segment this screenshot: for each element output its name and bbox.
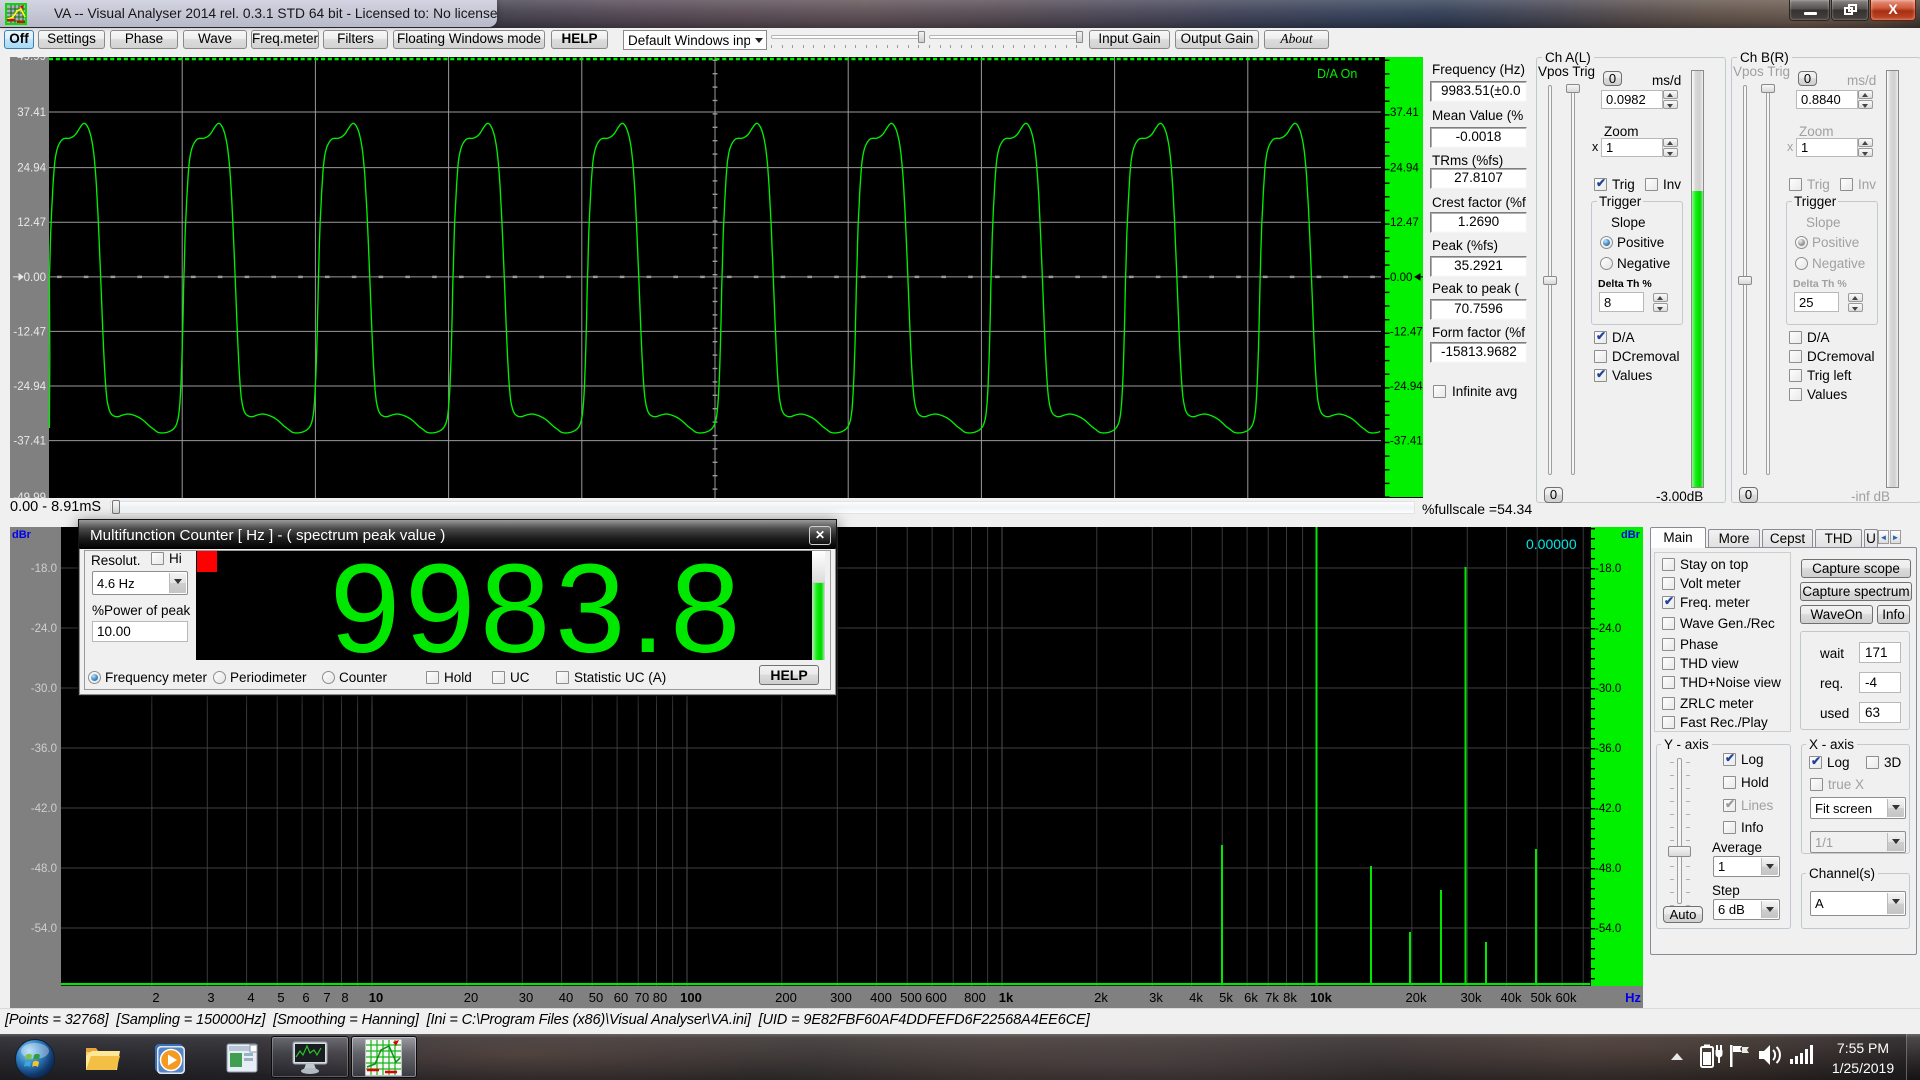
svg-text:50k: 50k (1531, 990, 1552, 1005)
svg-text:500: 500 (900, 990, 922, 1005)
svg-text:100: 100 (680, 990, 702, 1005)
svg-text:20: 20 (464, 990, 478, 1005)
svg-text:60: 60 (614, 990, 628, 1005)
svg-text:Hz: Hz (1625, 990, 1641, 1005)
svg-text:12.47: 12.47 (17, 217, 46, 229)
svg-text:-42.0: -42.0 (31, 803, 57, 815)
svg-text:4k: 4k (1189, 990, 1203, 1005)
svg-text:-24.0: -24.0 (1595, 623, 1621, 635)
svg-text:-42.0: -42.0 (1595, 803, 1621, 815)
svg-text:0.00: 0.00 (24, 272, 46, 284)
svg-text:20k: 20k (1406, 990, 1427, 1005)
svg-text:10: 10 (369, 990, 383, 1005)
svg-text:49.99: 49.99 (17, 57, 46, 63)
svg-text:-48.0: -48.0 (1595, 863, 1621, 875)
svg-text:30: 30 (519, 990, 533, 1005)
svg-text:300: 300 (830, 990, 852, 1005)
svg-text:7: 7 (323, 990, 330, 1005)
svg-text:70: 70 (635, 990, 649, 1005)
svg-text:24.94: 24.94 (17, 163, 46, 175)
svg-text:8k: 8k (1283, 990, 1297, 1005)
svg-text:-36.0: -36.0 (1595, 743, 1621, 755)
svg-text:5: 5 (277, 990, 284, 1005)
svg-text:dBr: dBr (12, 529, 32, 541)
svg-text:60k: 60k (1556, 990, 1577, 1005)
svg-text:-37.41: -37.41 (13, 436, 46, 448)
svg-text:-48.0: -48.0 (31, 863, 57, 875)
svg-text:400: 400 (870, 990, 892, 1005)
svg-text:600: 600 (925, 990, 947, 1005)
svg-text:-36.0: -36.0 (31, 743, 57, 755)
svg-text:2k: 2k (1094, 990, 1108, 1005)
svg-text:5k: 5k (1219, 990, 1233, 1005)
svg-text:-24.94: -24.94 (1390, 381, 1423, 393)
svg-text:-24.94: -24.94 (13, 381, 46, 393)
svg-text:80: 80 (653, 990, 667, 1005)
svg-text:2: 2 (152, 990, 159, 1005)
svg-text:dBr: dBr (1621, 529, 1641, 541)
svg-text:6: 6 (302, 990, 309, 1005)
svg-text:0.00000: 0.00000 (1526, 536, 1577, 552)
svg-text:40k: 40k (1501, 990, 1522, 1005)
svg-text:-18.0: -18.0 (1595, 563, 1621, 575)
svg-text:-24.0: -24.0 (31, 623, 57, 635)
svg-text:-12.47: -12.47 (13, 326, 46, 338)
svg-text:50: 50 (589, 990, 603, 1005)
svg-text:40: 40 (559, 990, 573, 1005)
svg-text:800: 800 (964, 990, 986, 1005)
svg-text:-54.0: -54.0 (31, 923, 57, 935)
svg-text:24.94: 24.94 (1390, 163, 1419, 175)
svg-text:-18.0: -18.0 (31, 563, 57, 575)
svg-text:4: 4 (247, 990, 254, 1005)
svg-text:-49.99: -49.99 (13, 492, 46, 498)
svg-text:-30.0: -30.0 (31, 683, 57, 695)
svg-text:7k: 7k (1265, 990, 1279, 1005)
svg-text:-54.0: -54.0 (1595, 923, 1621, 935)
svg-text:6k: 6k (1244, 990, 1258, 1005)
svg-text:12.47: 12.47 (1390, 217, 1419, 229)
svg-text:-12.47: -12.47 (1390, 326, 1423, 338)
svg-text:D/A On: D/A On (1317, 67, 1357, 81)
svg-text:3: 3 (207, 990, 214, 1005)
svg-text:37.41: 37.41 (17, 107, 46, 119)
svg-text:10k: 10k (1310, 990, 1332, 1005)
svg-text:30k: 30k (1461, 990, 1482, 1005)
svg-text:200: 200 (775, 990, 797, 1005)
svg-text:0.00: 0.00 (1390, 272, 1412, 284)
svg-text:37.41: 37.41 (1390, 107, 1419, 119)
svg-text:-37.41: -37.41 (1390, 436, 1423, 448)
svg-text:1k: 1k (999, 990, 1014, 1005)
svg-text:-30.0: -30.0 (1595, 683, 1621, 695)
svg-text:3k: 3k (1149, 990, 1163, 1005)
svg-text:8: 8 (341, 990, 348, 1005)
